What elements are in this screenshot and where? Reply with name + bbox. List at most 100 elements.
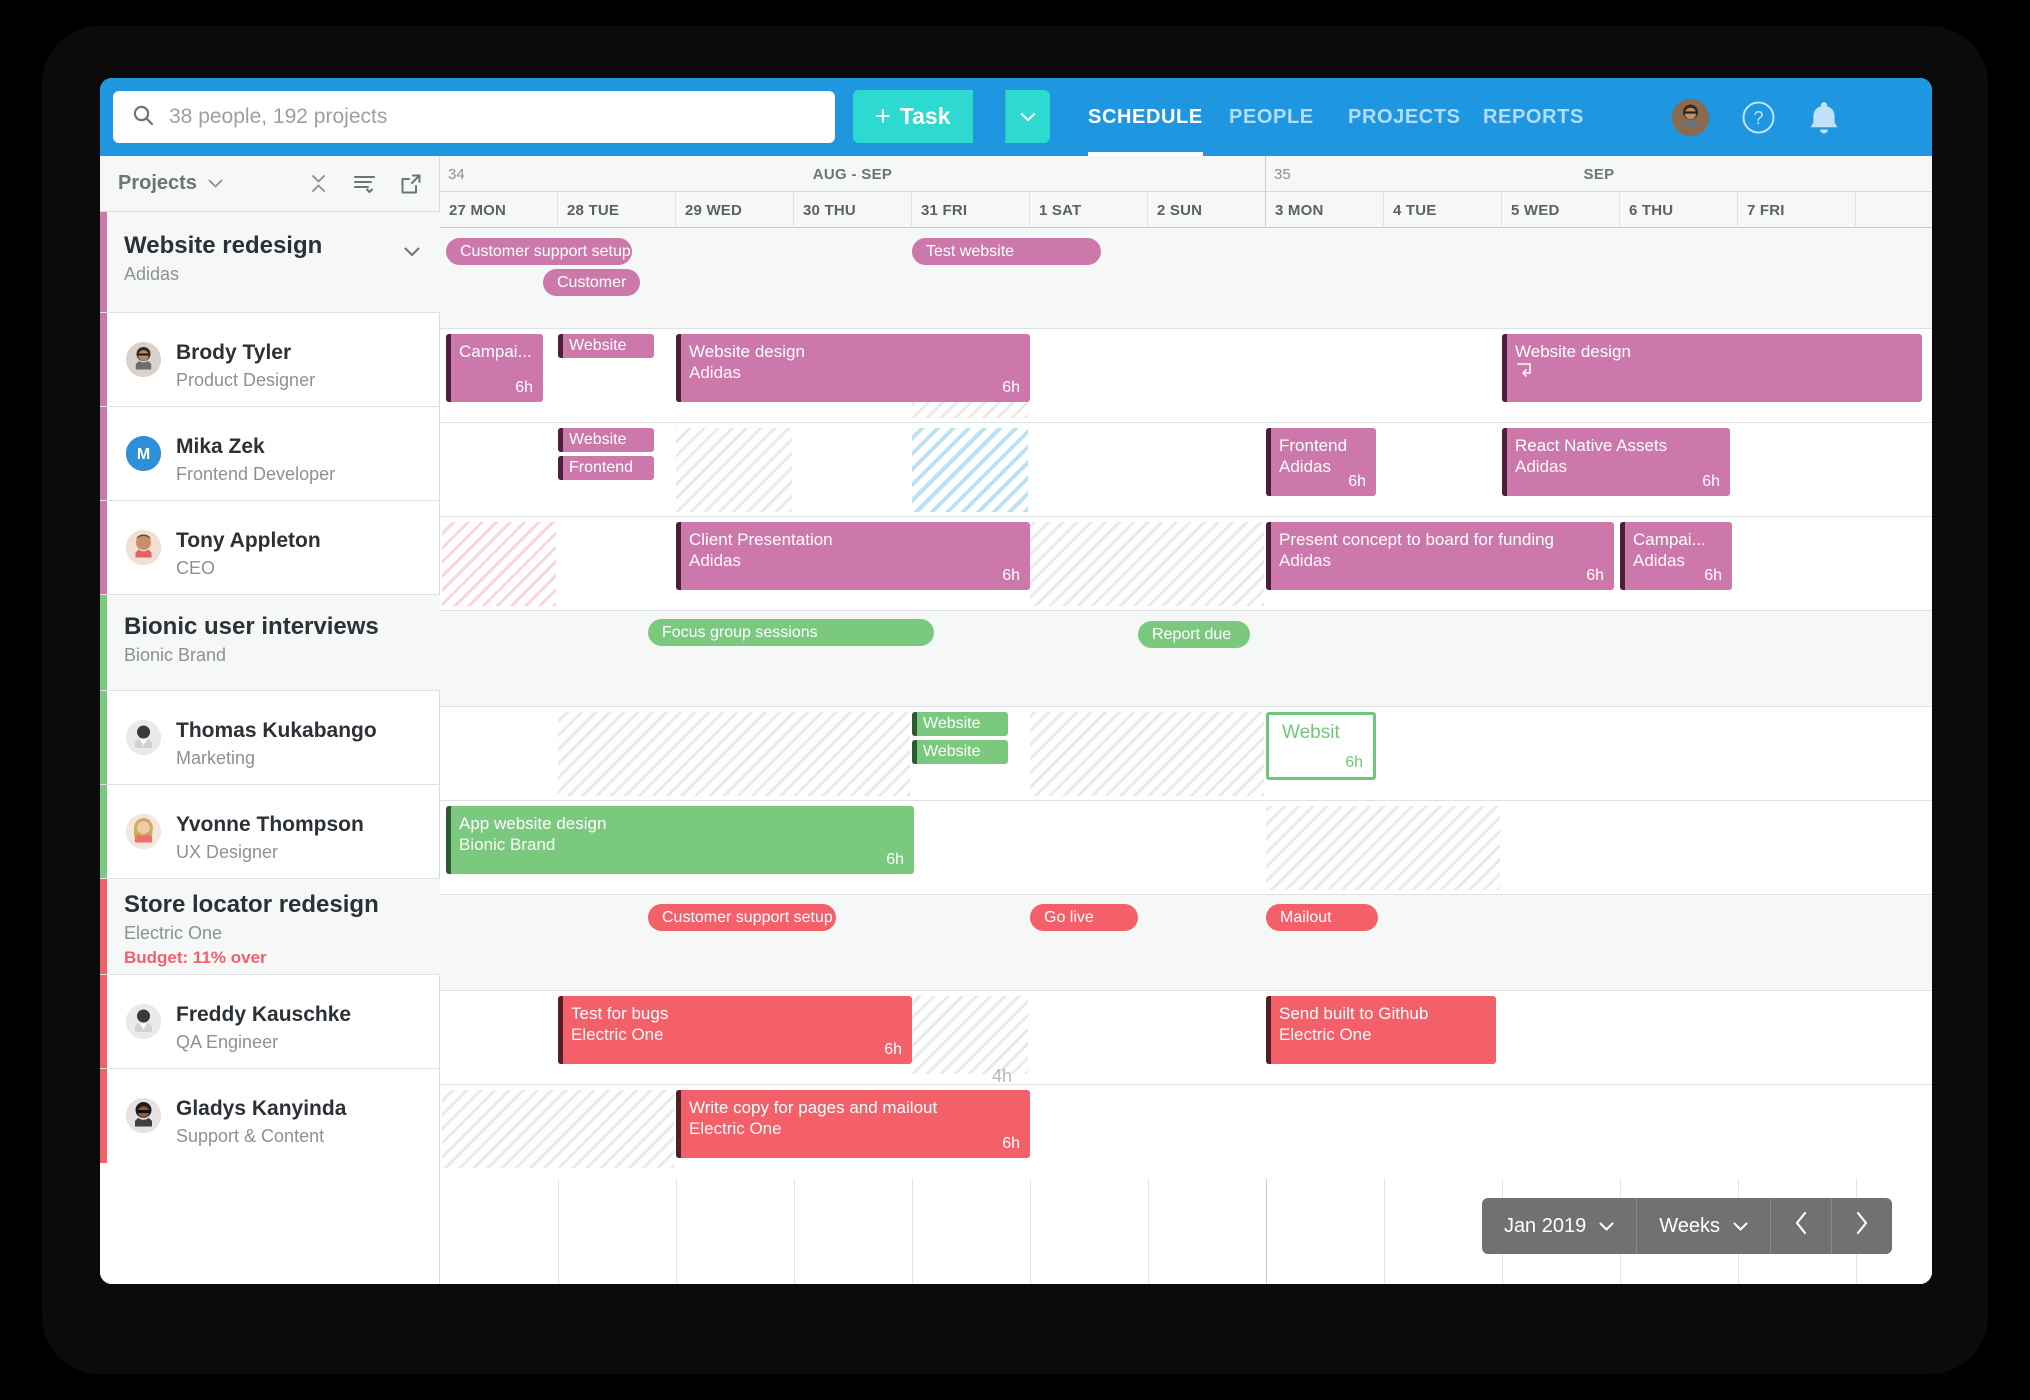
person-row[interactable]: M Mika Zek Frontend Developer — [100, 407, 440, 501]
month-selector[interactable]: Jan 2019 — [1482, 1198, 1636, 1254]
person-row[interactable]: Freddy Kauschke QA Engineer — [100, 975, 440, 1069]
group-milestone-row — [440, 228, 1932, 329]
task-client: Bionic Brand — [459, 835, 556, 854]
person-row[interactable]: Yvonne Thompson UX Designer — [100, 785, 440, 879]
task-block[interactable]: React Native Assets Adidas 6h — [1502, 428, 1730, 496]
search-bar[interactable] — [113, 91, 835, 143]
unavailable-hatch — [1266, 806, 1500, 890]
avatar — [126, 814, 161, 849]
task-title: Client Presentation — [689, 530, 833, 549]
milestone-pill[interactable]: Focus group sessions — [648, 619, 934, 646]
task-block[interactable]: Frontend Adidas 6h — [1266, 428, 1376, 496]
day-header-row: 27 MON 28 TUE 29 WED 30 THU 31 FRI 1 SAT… — [440, 192, 1932, 228]
day-label: 4 TUE — [1393, 201, 1437, 219]
day-cell: 28 TUE — [558, 192, 676, 228]
unavailable-hatch — [442, 1090, 674, 1168]
group-accent-bar — [100, 785, 107, 878]
group-accent-bar — [100, 501, 107, 594]
task-repeat-icon — [1515, 362, 1911, 383]
person-row[interactable]: Thomas Kukabango Marketing — [100, 691, 440, 785]
project-group-header-row[interactable]: Store locator redesign Electric One Budg… — [100, 879, 440, 975]
person-row[interactable]: Brody Tyler Product Designer — [100, 313, 440, 407]
milestone-pill[interactable]: Test website — [912, 238, 1101, 265]
task-accent — [912, 740, 917, 764]
milestone-pill[interactable]: Report due — [1138, 621, 1250, 648]
day-cell: 29 WED — [676, 192, 794, 228]
previous-period-button[interactable] — [1771, 1198, 1831, 1254]
task-block[interactable]: Send built to Github Electric One — [1266, 996, 1496, 1064]
task-client: Adidas — [689, 363, 741, 382]
person-name: Mika Zek — [176, 435, 265, 458]
milestone-pill[interactable]: Customer support setup — [446, 238, 632, 265]
user-avatar[interactable] — [1672, 99, 1709, 136]
week-label: SEP — [1583, 165, 1615, 183]
task-block[interactable]: Frontend — [558, 456, 654, 480]
add-task-button[interactable]: + Task — [853, 90, 973, 143]
person-row[interactable]: Tony Appleton CEO — [100, 501, 440, 595]
day-cell: 7 FRI — [1738, 192, 1856, 228]
search-input[interactable] — [169, 105, 817, 129]
tab-schedule[interactable]: SCHEDULE — [1088, 78, 1203, 156]
sort-list-icon[interactable] — [354, 174, 375, 193]
task-block[interactable]: Website — [912, 712, 1008, 736]
tab-people-label: PEOPLE — [1229, 105, 1314, 128]
group-accent-bar — [100, 691, 107, 784]
day-label: 30 THU — [803, 201, 856, 219]
month-label: Jan 2019 — [1503, 1214, 1587, 1237]
person-role: UX Designer — [176, 842, 279, 862]
person-row[interactable]: Gladys Kanyinda Support & Content — [100, 1069, 440, 1163]
task-block[interactable]: Website — [558, 428, 654, 452]
chevron-down-icon — [1599, 1222, 1614, 1231]
task-accent — [1502, 428, 1507, 496]
task-accent — [558, 428, 563, 452]
task-block[interactable]: Client Presentation Adidas 6h — [676, 522, 1030, 590]
task-hours: 6h — [1002, 567, 1020, 584]
person-name: Brody Tyler — [176, 341, 292, 364]
milestone-pill[interactable]: Go live — [1030, 904, 1138, 931]
day-cell: 4 TUE — [1384, 192, 1502, 228]
task-block[interactable]: Campai... 6h — [446, 334, 543, 402]
schedule-rows: Customer support setup Customer Test web… — [440, 228, 1932, 1284]
task-accent — [676, 522, 681, 590]
task-block[interactable]: Website — [558, 334, 654, 358]
task-accent — [1502, 334, 1507, 402]
task-block[interactable]: App website design Bionic Brand 6h — [446, 806, 914, 874]
week-label: AUG - SEP — [812, 165, 893, 183]
chevron-right-icon — [1855, 1211, 1869, 1241]
milestone-label: Customer support setup — [460, 242, 631, 260]
project-group-header-row[interactable]: Website redesign Adidas — [100, 212, 440, 313]
project-group-header-row[interactable]: Bionic user interviews Bionic Brand — [100, 595, 440, 691]
task-hours: 6h — [1345, 754, 1363, 771]
task-title: Website — [923, 743, 981, 760]
next-period-button[interactable] — [1832, 1198, 1892, 1254]
group-by-chevron-down-icon[interactable] — [208, 179, 223, 188]
task-block[interactable]: Present concept to board for funding Adi… — [1266, 522, 1614, 590]
person-name: Freddy Kauschke — [176, 1003, 352, 1026]
tab-people[interactable]: PEOPLE — [1229, 78, 1314, 156]
person-role: QA Engineer — [176, 1032, 279, 1052]
task-block[interactable]: Websit 6h — [1266, 712, 1376, 780]
tab-projects[interactable]: PROJECTS — [1348, 78, 1461, 156]
notifications-bell-icon[interactable] — [1807, 99, 1841, 137]
task-block[interactable]: Campai... Adidas 6h — [1620, 522, 1732, 590]
task-block[interactable]: Write copy for pages and mailout Electri… — [676, 1090, 1030, 1158]
person-name: Tony Appleton — [176, 529, 321, 552]
task-accent — [676, 1090, 681, 1158]
export-icon[interactable] — [401, 174, 421, 194]
task-title: Send built to Github — [1279, 1004, 1429, 1023]
milestone-pill[interactable]: Customer — [543, 269, 640, 296]
group-collapse-chevron-down-icon[interactable] — [404, 244, 420, 262]
add-task-dropdown-button[interactable] — [1005, 90, 1050, 143]
tab-reports[interactable]: REPORTS — [1483, 78, 1584, 156]
task-client: Electric One — [689, 1119, 782, 1138]
task-block[interactable]: Website — [912, 740, 1008, 764]
milestone-pill[interactable]: Mailout — [1266, 904, 1378, 931]
collapse-all-icon[interactable] — [309, 174, 328, 193]
task-block[interactable]: Website design — [1502, 334, 1922, 402]
zoom-level-selector[interactable]: Weeks — [1637, 1198, 1770, 1254]
task-title: Websit — [1282, 722, 1340, 743]
task-block[interactable]: Website design Adidas 6h — [676, 334, 1030, 402]
task-block[interactable]: Test for bugs Electric One 6h — [558, 996, 912, 1064]
milestone-pill[interactable]: Customer support setup — [648, 904, 836, 931]
help-icon[interactable]: ? — [1740, 99, 1777, 136]
